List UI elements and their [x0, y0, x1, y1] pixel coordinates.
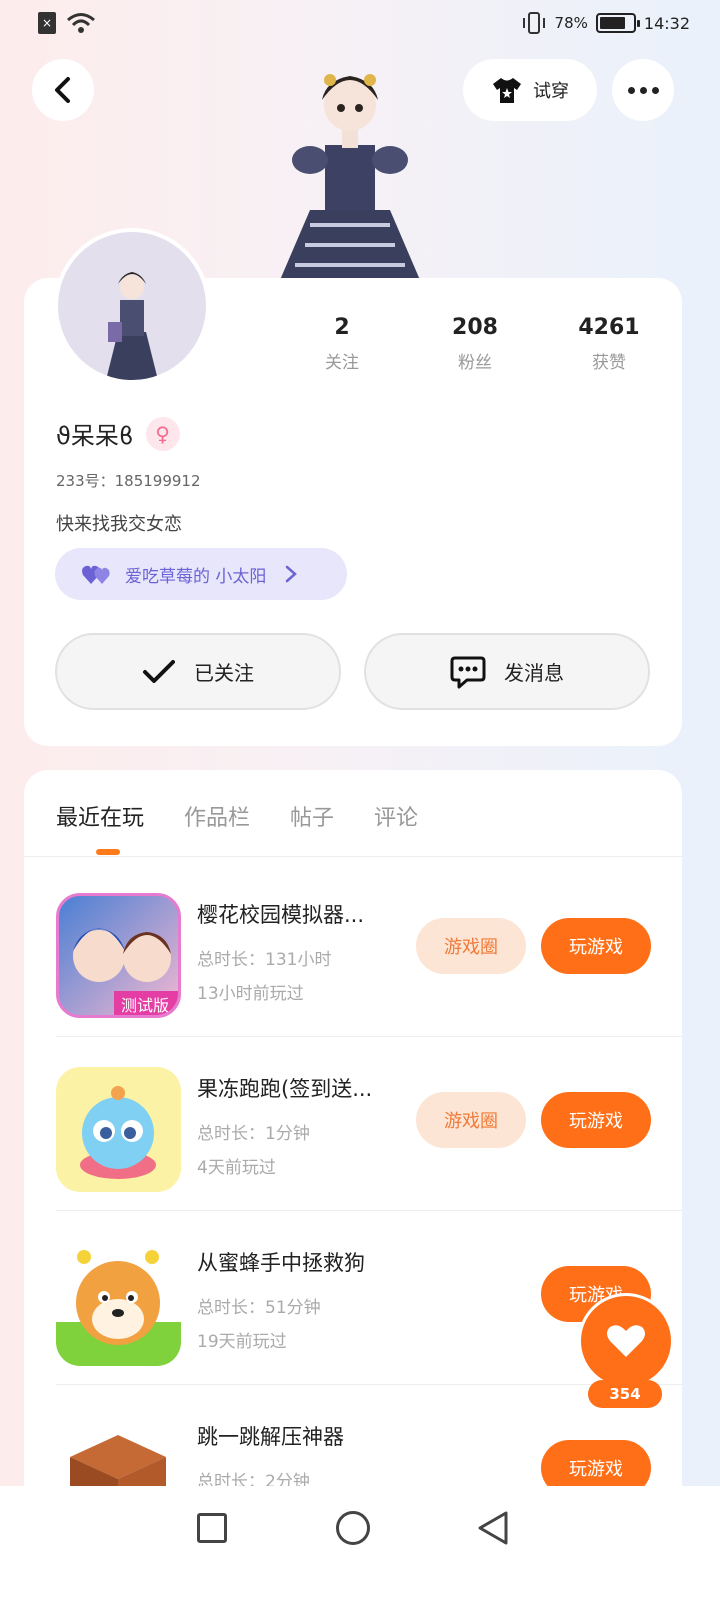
- play-game-button[interactable]: 玩游戏: [541, 918, 651, 974]
- check-icon: [143, 659, 175, 683]
- tab-recently-played[interactable]: 最近在玩: [56, 800, 144, 832]
- stat-label: 获赞: [592, 353, 626, 373]
- stat-label: 关注: [325, 353, 359, 373]
- like-count: 354: [588, 1380, 662, 1408]
- message-button[interactable]: 发消息: [364, 633, 650, 710]
- tab-posts[interactable]: 帖子: [290, 800, 334, 832]
- bio: 快来找我交女恋: [56, 514, 182, 535]
- tshirt-icon: [493, 78, 521, 103]
- battery-percent: 78%: [554, 14, 588, 32]
- game-icon-dog: [56, 1241, 181, 1366]
- nickname-row: ϑ呆呆ϐ ♀: [56, 416, 180, 451]
- wifi-icon: [67, 13, 95, 33]
- heart-icon: [607, 1325, 645, 1357]
- stat-following[interactable]: 2 关注: [282, 315, 402, 373]
- more-dot: [639, 86, 647, 94]
- chevron-left-icon: [55, 77, 70, 103]
- like-button[interactable]: [578, 1293, 674, 1389]
- avatar-figure: [280, 74, 420, 280]
- divider: [24, 856, 682, 857]
- list-item[interactable]: 测试版 樱花校园模拟器... 总时长：131小时 13小时前玩过 游戏圈 玩游戏: [24, 863, 682, 1037]
- message-label: 发消息: [504, 661, 564, 685]
- battery-fill: [599, 17, 625, 29]
- double-heart-icon: [82, 565, 110, 584]
- home-button[interactable]: [336, 1511, 370, 1545]
- avatar[interactable]: [54, 228, 210, 384]
- game-title: 从蜜蜂手中拯救狗: [197, 1251, 365, 1275]
- play-game-button[interactable]: 玩游戏: [541, 1092, 651, 1148]
- game-duration: 总时长：1分钟: [197, 1124, 310, 1144]
- clock: 14:32: [643, 13, 690, 33]
- game-title: 果冻跑跑(签到送...: [197, 1077, 373, 1101]
- game-title: 樱花校园模拟器...: [197, 903, 365, 927]
- fan-tag-label: 爱吃草莓的 小太阳: [125, 566, 267, 587]
- back-button[interactable]: [32, 59, 94, 121]
- recent-apps-button[interactable]: [197, 1513, 227, 1543]
- chat-bubble-icon: [450, 656, 486, 688]
- tab-bar: 最近在玩 作品栏 帖子 评论: [56, 800, 418, 832]
- fan-tag[interactable]: 爱吃草莓的 小太阳: [55, 548, 347, 600]
- follow-label: 已关注: [194, 661, 254, 685]
- game-last-played: 13小时前玩过: [197, 984, 304, 1004]
- battery-icon: [595, 13, 640, 33]
- game-last-played: 4天前玩过: [197, 1158, 276, 1178]
- account-id: 233号：185199912: [56, 472, 201, 490]
- stat-followers[interactable]: 208 粉丝: [415, 315, 535, 373]
- avatar-image: [106, 272, 158, 380]
- nav-back-button[interactable]: [476, 1510, 510, 1546]
- vibrate-icon: [522, 12, 545, 34]
- more-button[interactable]: [612, 59, 674, 121]
- list-item[interactable]: 果冻跑跑(签到送... 总时长：1分钟 4天前玩过 游戏圈 玩游戏: [24, 1037, 682, 1211]
- game-circle-button[interactable]: 游戏圈: [416, 918, 526, 974]
- game-icon-jelly: [56, 1067, 181, 1192]
- more-dot: [651, 86, 659, 94]
- stat-value: 4261: [578, 315, 640, 340]
- game-title: 跳一跳解压神器: [197, 1425, 344, 1449]
- try-on-button[interactable]: 试穿: [463, 59, 597, 121]
- stat-value: 208: [452, 315, 498, 340]
- sim-icon: ×: [38, 12, 56, 34]
- status-bar: × 78% 14:32: [0, 0, 720, 52]
- follow-button[interactable]: 已关注: [55, 633, 341, 710]
- game-last-played: 19天前玩过: [197, 1332, 287, 1352]
- tab-indicator: [96, 849, 120, 855]
- tab-works[interactable]: 作品栏: [184, 800, 250, 832]
- tab-comments[interactable]: 评论: [374, 800, 418, 832]
- stat-likes[interactable]: 4261 获赞: [549, 315, 669, 373]
- female-icon: ♀: [145, 416, 180, 451]
- system-nav-bar: [0, 1486, 720, 1600]
- try-on-label: 试穿: [533, 81, 569, 102]
- game-duration: 总时长：51分钟: [197, 1298, 321, 1318]
- game-circle-button[interactable]: 游戏圈: [416, 1092, 526, 1148]
- more-dots-icon: [627, 86, 635, 94]
- game-icon-sakura: 测试版: [56, 893, 181, 1018]
- svg-text:测试版: 测试版: [121, 996, 169, 1015]
- nickname: ϑ呆呆ϐ: [56, 422, 134, 450]
- chevron-right-icon: [286, 565, 298, 583]
- stat-label: 粉丝: [458, 353, 492, 373]
- stat-value: 2: [334, 315, 350, 340]
- game-duration: 总时长：131小时: [197, 950, 332, 970]
